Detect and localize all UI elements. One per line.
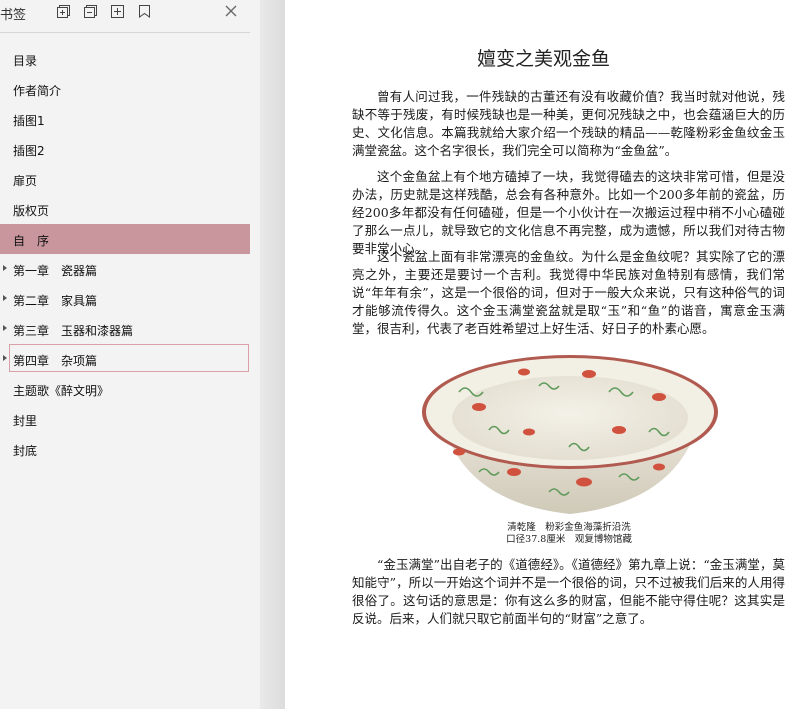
bookmark-label: 作者简介	[13, 84, 62, 98]
page-title: 嬗变之美观金鱼	[476, 48, 610, 70]
add-bookmark-icon[interactable]	[111, 5, 124, 18]
bookmark-label: 第三章 玉器和漆器篇	[13, 324, 134, 338]
bookmark-label: 插图1	[13, 114, 45, 128]
bookmark-sidebar: 书签 目录作者简介插图1 插图2 扉页版权页自 序第一章 瓷器篇 第二章 家具篇第三章…	[0, 0, 260, 709]
chevron-right-icon[interactable]	[3, 355, 7, 361]
bookmark-label: 第一章 瓷器篇	[13, 264, 98, 278]
close-icon[interactable]	[223, 3, 239, 19]
paragraph-4: “金玉满堂”出自老子的《道德经》。《道德经》第九章上说：“金玉满堂，莫知能守”，…	[352, 557, 785, 626]
sidebar-header: 书签	[0, 0, 260, 26]
chevron-right-icon[interactable]	[3, 295, 7, 301]
bookmark-item[interactable]: 第三章 玉器和漆器篇	[0, 314, 252, 344]
bookmark-label: 第二章 家具篇	[13, 294, 98, 308]
figure-caption: 清乾隆 粉彩金鱼海藻折沿洗 口径37.8厘米 观复博物馆藏	[435, 522, 703, 546]
paragraph-1: 曾有人问过我，一件残缺的古董还有没有收藏价值？我当时就对他说，残缺不等于残废，有…	[352, 89, 785, 158]
bookmark-item[interactable]: 版权页	[0, 194, 252, 224]
bookmark-label: 主题歌《醉文明》	[13, 384, 110, 398]
bookmark-item[interactable]: 第二章 家具篇	[0, 284, 252, 314]
sidebar-divider	[0, 32, 250, 33]
bookmark-label: 自 序	[13, 234, 50, 248]
expand-all-icon[interactable]	[57, 5, 70, 18]
bookmark-label: 目录	[13, 54, 38, 68]
bookmark-item[interactable]: 目录	[0, 44, 252, 74]
bookmark-icon[interactable]	[138, 5, 151, 18]
page-gutter	[260, 0, 285, 709]
bookmark-list: 目录作者简介插图1 插图2 扉页版权页自 序第一章 瓷器篇 第二章 家具篇第三章 玉器…	[0, 44, 252, 464]
chevron-right-icon[interactable]	[3, 325, 7, 331]
bookmark-item[interactable]: 主题歌《醉文明》	[0, 374, 252, 404]
bookmark-item[interactable]: 插图2	[0, 134, 252, 164]
bookmark-item[interactable]: 封底	[0, 434, 252, 464]
goldfish-bowl-image	[422, 355, 718, 514]
bookmark-item[interactable]: 封里	[0, 404, 252, 434]
bookmark-label: 封底	[13, 444, 38, 458]
caption-line-2: 口径37.8厘米 观复博物馆藏	[506, 534, 632, 545]
bookmark-item[interactable]: 自 序	[0, 224, 250, 254]
bookmark-item[interactable]: 第四章 杂项篇	[0, 344, 252, 374]
bookmark-item[interactable]: 插图1	[0, 104, 252, 134]
bookmark-item[interactable]: 扉页	[0, 164, 252, 194]
bookmark-item[interactable]: 第一章 瓷器篇	[0, 254, 252, 284]
bookmark-label: 封里	[13, 414, 38, 428]
document-page: 嬗变之美观金鱼 曾有人问过我，一件残缺的古董还有没有收藏价值？我当时就对他说，残…	[285, 0, 802, 709]
bookmark-item[interactable]: 作者简介	[0, 74, 252, 104]
collapse-all-icon[interactable]	[84, 5, 97, 18]
caption-line-1: 清乾隆 粉彩金鱼海藻折沿洗	[507, 522, 631, 533]
paragraph-3: 这个瓷盆上面有非常漂亮的金鱼纹。为什么是金鱼纹呢？其实除了它的漂亮之外，主要还是…	[352, 249, 785, 336]
bookmark-label: 扉页	[13, 174, 38, 188]
paragraph-2: 这个金鱼盆上有个地方磕掉了一块，我觉得磕去的这块非常可惜，但是没办法，历史就是这…	[352, 169, 785, 256]
sidebar-title: 书签	[0, 8, 27, 23]
bookmark-label: 插图2	[13, 144, 45, 158]
chevron-right-icon[interactable]	[3, 265, 7, 271]
bookmark-label: 版权页	[13, 204, 50, 218]
bookmark-label: 第四章 杂项篇	[13, 354, 98, 368]
